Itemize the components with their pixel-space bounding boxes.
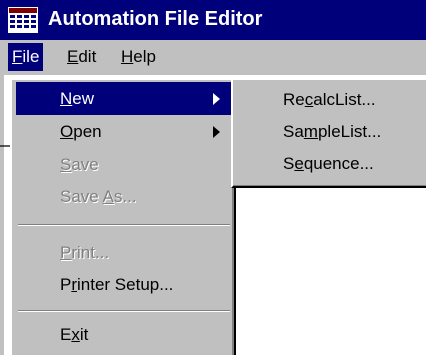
- menu-item-open-label: pen: [73, 122, 102, 141]
- submenu-item-recalc-list-label: alcList...: [313, 90, 376, 109]
- submenu-item-recalc-list-prefix: Re: [283, 90, 305, 109]
- menu-item-printer-setup-label: inter Setup...: [77, 275, 174, 294]
- menu-item-open[interactable]: Open: [16, 115, 232, 148]
- menu-item-new-mnemonic: N: [60, 89, 73, 108]
- menu-file-mnemonic: F: [12, 47, 23, 66]
- menu-item-print: Print...: [16, 236, 232, 269]
- submenu-item-sample-list[interactable]: SampleList...: [235, 116, 420, 148]
- triangle-right-icon: [213, 93, 220, 105]
- menu-item-exit-label: it: [79, 325, 89, 344]
- menu-item-print-mnemonic: P: [60, 243, 72, 262]
- file-menu-dropdown: New Open Save Save As... Print... Printe…: [10, 78, 236, 355]
- menu-separator: [18, 224, 230, 226]
- menu-item-save-as-label: s...: [113, 187, 137, 206]
- menu-edit-mnemonic: E: [67, 47, 79, 66]
- submenu-item-recalc-list-mnemonic: c: [304, 90, 314, 109]
- submenu-item-recalc-list[interactable]: RecalcList...: [235, 84, 420, 116]
- menu-help[interactable]: Help: [117, 43, 160, 71]
- menu-item-save-label: ave: [71, 155, 99, 174]
- menu-item-save-as-prefix: Save: [60, 187, 103, 206]
- menu-item-save-as-mnemonic: A: [102, 187, 114, 206]
- submenu-item-sequence-label: quence...: [303, 154, 374, 173]
- submenu-item-sequence-prefix: S: [283, 154, 295, 173]
- submenu-item-sample-list-label: pleList...: [317, 122, 382, 141]
- menu-item-save-mnemonic: S: [60, 155, 72, 174]
- menu-bar: File Edit Help: [0, 40, 426, 75]
- submenu-item-sample-list-mnemonic: m: [303, 122, 318, 141]
- window-title: Automation File Editor: [48, 8, 263, 30]
- menu-help-label: elp: [133, 47, 156, 66]
- menu-edit[interactable]: Edit: [63, 43, 100, 71]
- title-bar[interactable]: Automation File Editor: [0, 0, 426, 40]
- menu-item-exit[interactable]: Exit: [16, 318, 232, 351]
- menu-help-mnemonic: H: [121, 47, 134, 66]
- triangle-right-icon: [213, 126, 220, 138]
- menu-edit-label: dit: [78, 47, 97, 66]
- menu-item-save-as: Save As...: [16, 180, 232, 213]
- submenu-item-sequence[interactable]: Sequence...: [235, 148, 420, 180]
- submenu-item-sequence-mnemonic: e: [294, 154, 304, 173]
- calculator-grid-icon[interactable]: [8, 7, 38, 33]
- menu-item-new-label: ew: [72, 89, 95, 108]
- menu-item-exit-mnemonic: x: [71, 325, 80, 344]
- menu-item-save: Save: [16, 148, 232, 181]
- submenu-item-sample-list-prefix: Sa: [283, 122, 304, 141]
- menu-separator: [18, 310, 230, 312]
- new-submenu: RecalcList... SampleList... Sequence...: [231, 78, 426, 188]
- menu-item-printer-setup[interactable]: Printer Setup...: [16, 268, 232, 301]
- menu-item-open-mnemonic: O: [60, 122, 74, 141]
- menu-file-label: ile: [22, 47, 40, 66]
- menu-item-new[interactable]: New: [16, 82, 232, 115]
- menu-item-print-label: rint...: [71, 243, 110, 262]
- menu-file[interactable]: File: [8, 43, 44, 71]
- menu-item-exit-prefix: E: [60, 325, 72, 344]
- menu-item-printer-setup-prefix: P: [60, 275, 72, 294]
